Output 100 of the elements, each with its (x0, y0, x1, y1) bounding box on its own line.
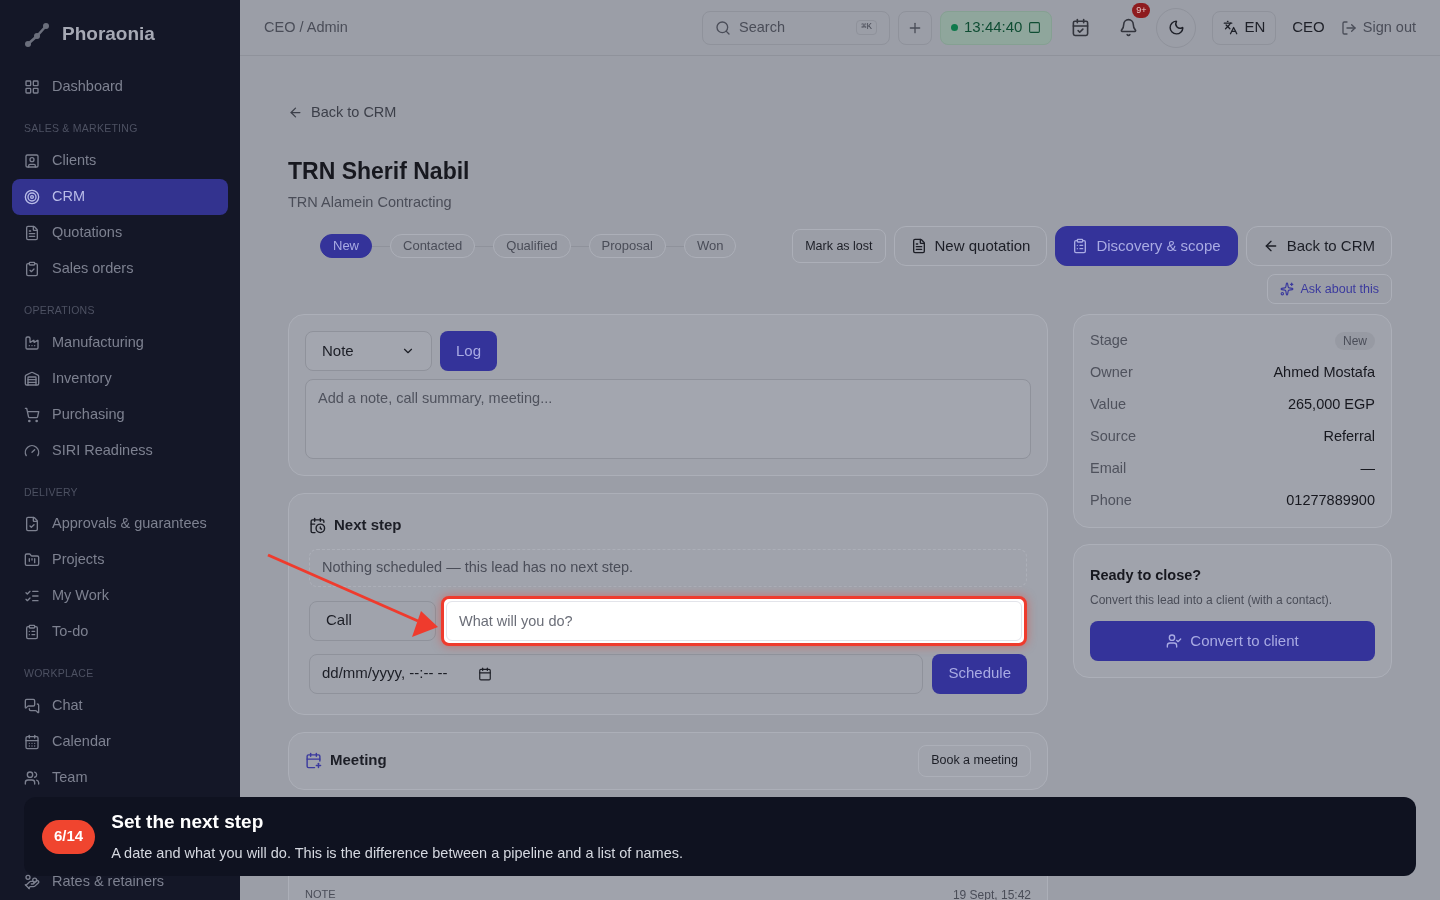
notification-badge: 9+ (1132, 2, 1151, 18)
card-title: Next step (334, 515, 402, 535)
detail-value: — (1360, 459, 1375, 479)
detail-label: Phone (1090, 491, 1132, 511)
nav-icon (24, 152, 40, 169)
document-icon (910, 238, 927, 254)
breadcrumb: CEO / Admin (264, 17, 348, 37)
sparkles-icon (1280, 282, 1295, 296)
detail-label: Value (1090, 395, 1126, 415)
nav-icon (24, 442, 40, 459)
nav-icon (24, 334, 40, 351)
tour-title: Set the next step (111, 810, 265, 835)
sidebar-item[interactable]: Quotations (12, 214, 228, 251)
sidebar-item[interactable]: Inventory (12, 360, 228, 397)
sidebar-item[interactable]: To-do (12, 614, 228, 651)
calendar-icon (1070, 18, 1090, 37)
nav-icon (24, 188, 40, 205)
nav-icon (24, 260, 40, 277)
date-field[interactable]: dd/mm/yyyy, --:-- -- (309, 653, 924, 694)
lead-company: TRN Alamein Contracting (288, 193, 453, 213)
nav-icon (24, 516, 40, 533)
detail-value: Referral (1323, 427, 1375, 447)
clock-time: 13:44:40 (964, 17, 1023, 38)
user-role: CEO (1292, 17, 1325, 38)
shortcut-key: ⌘K (856, 19, 878, 36)
stage-pill[interactable]: New (320, 234, 372, 258)
nav-icon (24, 79, 40, 95)
sidebar-item[interactable]: Sales orders (12, 250, 228, 287)
card-title: Meeting (330, 750, 387, 771)
logo-icon (24, 21, 50, 48)
sidebar-item[interactable]: Chat (12, 688, 228, 724)
section-label: DELIVERY (23, 484, 79, 500)
calendar-icon (477, 666, 492, 681)
calendar-clock-icon (309, 516, 326, 534)
sidebar-item[interactable]: Team (12, 760, 228, 796)
new-quotation-button[interactable]: New quotation (893, 226, 1048, 266)
clock-pill[interactable]: 13:44:40 (940, 10, 1053, 45)
sidebar-item[interactable]: Clients (12, 142, 228, 179)
section-label: SALES & MARKETING (23, 121, 139, 136)
sidebar-item[interactable]: Approvals & guarantees (12, 506, 228, 543)
log-button[interactable]: Log (440, 331, 498, 371)
sidebar-item[interactable]: Projects (12, 542, 228, 579)
calendar-plus-icon (305, 752, 322, 769)
mark-lost-button[interactable]: Mark as lost (792, 229, 886, 263)
nav-icon (24, 770, 40, 786)
bell-icon (1118, 18, 1138, 37)
sidebar-item[interactable]: SIRI Readiness (12, 432, 228, 469)
book-meeting-button[interactable]: Book a meeting (918, 744, 1031, 777)
nav-icon (24, 406, 40, 423)
sign-out-button[interactable]: Sign out (1340, 16, 1416, 39)
section-label: WORKPLACE (23, 666, 95, 682)
stage-badge: New (1335, 332, 1375, 350)
stop-icon (1028, 21, 1042, 34)
nav-icon (24, 224, 40, 241)
detail-label: Stage (1090, 331, 1128, 351)
sidebar-item[interactable]: CRM (12, 178, 228, 215)
brand-name: Phoraonia (62, 22, 155, 47)
nav-icon (24, 624, 40, 641)
clipboard-icon (1072, 238, 1089, 254)
note-field[interactable]: Add a note, call summary, meeting... (305, 379, 1031, 459)
sign-out-icon (1340, 19, 1357, 36)
type-select[interactable]: Note (305, 331, 432, 371)
detail-value: 265,000 EGP (1287, 395, 1375, 415)
moon-icon (1167, 19, 1185, 36)
detail-label: Email (1090, 459, 1127, 479)
card-title: Ready to close? (1090, 566, 1203, 585)
search-field[interactable]: Search ⌘K (702, 10, 891, 45)
nav-icon (24, 698, 40, 714)
next-step-field[interactable]: What will you do? (441, 595, 1027, 646)
language-button[interactable]: EN (1212, 10, 1277, 45)
sidebar-item[interactable]: Calendar (12, 724, 228, 760)
sidebar-item[interactable]: Manufacturing (12, 324, 228, 361)
sidebar-item[interactable]: My Work (12, 578, 228, 615)
nav-icon (24, 874, 40, 890)
sidebar-item[interactable]: Purchasing (12, 396, 228, 433)
search-icon (715, 19, 732, 36)
detail-value: 01277889900 (1286, 491, 1375, 511)
activity-type: NOTE (305, 886, 336, 900)
convert-button[interactable]: Convert to client (1090, 620, 1375, 661)
empty-state: Nothing scheduled — this lead has no next step. (309, 548, 1027, 587)
discovery-button[interactable]: Discovery & scope (1055, 226, 1238, 266)
lead-title: TRN Sherif Nabil (288, 156, 471, 186)
card-text: Convert this lead into a client (with a contact). (1090, 591, 1334, 609)
nav-icon (24, 734, 40, 750)
detail-label: Source (1090, 427, 1136, 447)
back-link[interactable]: Back to CRM (288, 102, 397, 124)
sidebar-item[interactable]: Dashboard (12, 69, 228, 105)
detail-value: Ahmed Mostafa (1273, 363, 1375, 383)
nav-icon (24, 370, 40, 387)
detail-label: Owner (1090, 363, 1133, 383)
step-badge: 6/14 (42, 819, 96, 854)
translate-icon (1223, 20, 1239, 35)
schedule-button[interactable]: Schedule (932, 653, 1027, 694)
nav-icon (24, 552, 40, 569)
ask-button[interactable]: Ask about this (1267, 274, 1392, 304)
user-check-icon (1166, 632, 1183, 649)
sidebar-item[interactable]: Rates & retainers (12, 864, 228, 900)
tour-text: A date and what you will do. This is the difference between a pipeline and a list of names. (111, 843, 683, 863)
back-button[interactable]: Back to CRM (1245, 226, 1392, 266)
section-label: OPERATIONS (23, 302, 96, 318)
